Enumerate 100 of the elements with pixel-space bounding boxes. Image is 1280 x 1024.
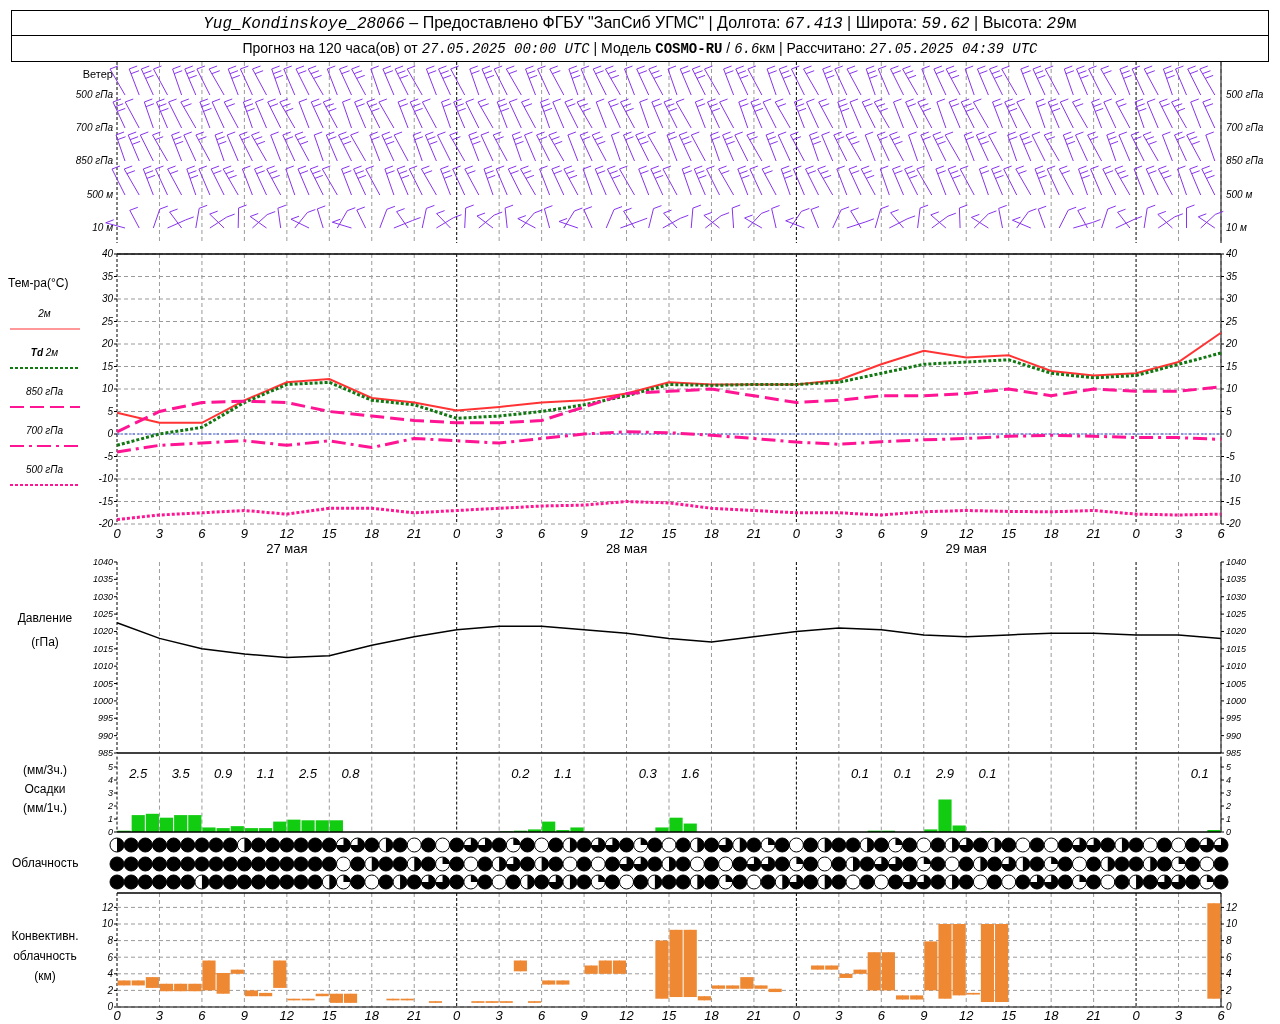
x-tick-label: 12: [959, 1008, 974, 1023]
y-tick-label: 0: [108, 827, 113, 837]
y-tick-label: -10: [98, 473, 113, 485]
axis-title: облачность: [13, 948, 77, 965]
x-tick-label: 18: [364, 526, 379, 541]
legend-label: Td 2м: [30, 346, 59, 360]
y-tick-label: 985: [1226, 748, 1242, 758]
y-tick-label: 20: [101, 338, 113, 350]
y-tick-label: 1000: [92, 695, 113, 706]
axis-title: Осадки: [24, 781, 66, 798]
bar-value-label: 1.1: [553, 766, 572, 781]
y-tick-label: 5: [1226, 405, 1232, 417]
y-tick-label: 8: [107, 934, 113, 946]
x-tick-label: 21: [746, 526, 762, 541]
level-label: 500 гПа: [1226, 89, 1264, 100]
legend-label: 2м: [38, 307, 51, 321]
y-tick-label: -15: [98, 495, 113, 507]
y-tick-label: 0: [107, 428, 113, 440]
y-tick-label: 1010: [92, 661, 113, 672]
y-tick-label: 2: [108, 801, 113, 811]
date-label: 29 мая: [945, 541, 987, 556]
y-tick-label: 10: [101, 383, 113, 395]
y-tick-label: 1005: [92, 678, 113, 689]
y-tick-label: 2: [107, 984, 113, 996]
level-label: 500 гПа: [75, 89, 113, 100]
level-label: 500 м: [1226, 189, 1253, 200]
x-tick-label: 18: [364, 1008, 379, 1023]
y-tick-label: 0: [1226, 1001, 1232, 1013]
x-tick-label: 18: [704, 526, 719, 541]
axis-title: Облачность: [12, 855, 79, 872]
x-tick-label: 3: [835, 526, 843, 541]
y-tick-label: 3: [108, 788, 113, 798]
x-tick-label: 15: [322, 1008, 337, 1023]
x-tick-label: 0: [453, 526, 461, 541]
y-tick-label: 15: [101, 360, 113, 372]
bar-value-label: 0.2: [511, 766, 530, 781]
bar-value-label: 2.5: [299, 766, 318, 781]
y-tick-label: 40: [1226, 248, 1238, 260]
y-tick-label: 10: [101, 918, 113, 930]
axis-title: Конвективн.: [11, 928, 79, 945]
y-tick-label: 990: [1226, 730, 1242, 741]
bar-value-label: 2.5: [129, 766, 148, 781]
axis-title: Ветер: [82, 68, 113, 80]
y-tick-label: 1025: [92, 609, 113, 620]
y-tick-label: 3: [1226, 788, 1231, 798]
x-tick-label: 0: [792, 526, 800, 541]
x-tick-label: 6: [1217, 1008, 1225, 1023]
y-tick-label: 15: [1226, 360, 1238, 372]
legend-label: 700 гПа: [25, 424, 64, 438]
y-tick-label: 1040: [1226, 557, 1247, 567]
x-tick-label: 6: [538, 526, 546, 541]
y-tick-label: -15: [1226, 495, 1241, 507]
x-tick-label: 0: [453, 1008, 461, 1023]
level-label: 850 гПа: [75, 155, 113, 166]
y-tick-label: 4: [1226, 968, 1232, 980]
x-tick-label: 15: [322, 526, 337, 541]
y-tick-label: 1035: [1226, 574, 1247, 585]
y-tick-label: 1025: [1226, 609, 1247, 620]
y-tick-label: 1020: [92, 626, 113, 637]
bar-value-label: 0.1: [1190, 766, 1209, 781]
y-tick-label: 1030: [1226, 591, 1247, 602]
legend-label: 850 гПа: [25, 385, 64, 399]
x-tick-label: 9: [240, 1008, 248, 1023]
bar-value-label: 0.1: [978, 766, 997, 781]
axis-title: Давление: [17, 610, 73, 627]
x-tick-label: 9: [920, 1008, 928, 1023]
x-tick-label: 18: [1043, 1008, 1059, 1023]
header-title: Yug_Kondinskoye_28066 – Предоставлено ФГБУ "ЗапСиб УГМС" | Долгота: 67.413 | Широта: 59.62 | Высота: 29м: [203, 12, 1077, 35]
x-tick-label: 6: [1217, 526, 1225, 541]
y-tick-label: 5: [108, 762, 113, 772]
level-label: 500 м: [86, 189, 113, 200]
x-tick-label: 6: [198, 1008, 206, 1023]
y-tick-label: 995: [97, 713, 113, 724]
y-tick-label: -20: [98, 518, 113, 530]
x-tick-label: 6: [538, 1008, 546, 1023]
y-tick-label: 30: [1226, 293, 1238, 305]
y-tick-label: 0: [107, 1001, 113, 1013]
x-tick-label: 0: [792, 1008, 800, 1023]
x-tick-label: 18: [1043, 526, 1059, 541]
level-label: 10 м: [1226, 222, 1247, 233]
bar-value-label: 1.1: [256, 766, 275, 781]
bar-value-label: 2.9: [935, 766, 955, 781]
y-tick-label: 990: [97, 730, 113, 741]
x-tick-label: 3: [155, 526, 164, 541]
y-tick-label: 6: [107, 951, 113, 963]
y-tick-label: -10: [1226, 473, 1241, 485]
axis-title: (мм/1ч.): [22, 800, 68, 817]
level-label: 700 гПа: [1226, 122, 1264, 133]
bar-value-label: 3.5: [171, 766, 190, 781]
y-tick-label: 1000: [1226, 695, 1247, 706]
y-tick-label: 1030: [92, 591, 113, 602]
y-tick-label: 1035: [92, 574, 113, 585]
y-tick-label: 35: [101, 270, 113, 282]
axis-title: (гПа): [31, 634, 59, 651]
y-tick-label: -5: [104, 450, 113, 462]
x-tick-label: 0: [1132, 526, 1140, 541]
x-tick-label: 12: [619, 1008, 634, 1023]
bar-value-label: 0.1: [893, 766, 912, 781]
y-tick-label: 12: [101, 901, 113, 913]
legend-label: 500 гПа: [25, 463, 64, 477]
